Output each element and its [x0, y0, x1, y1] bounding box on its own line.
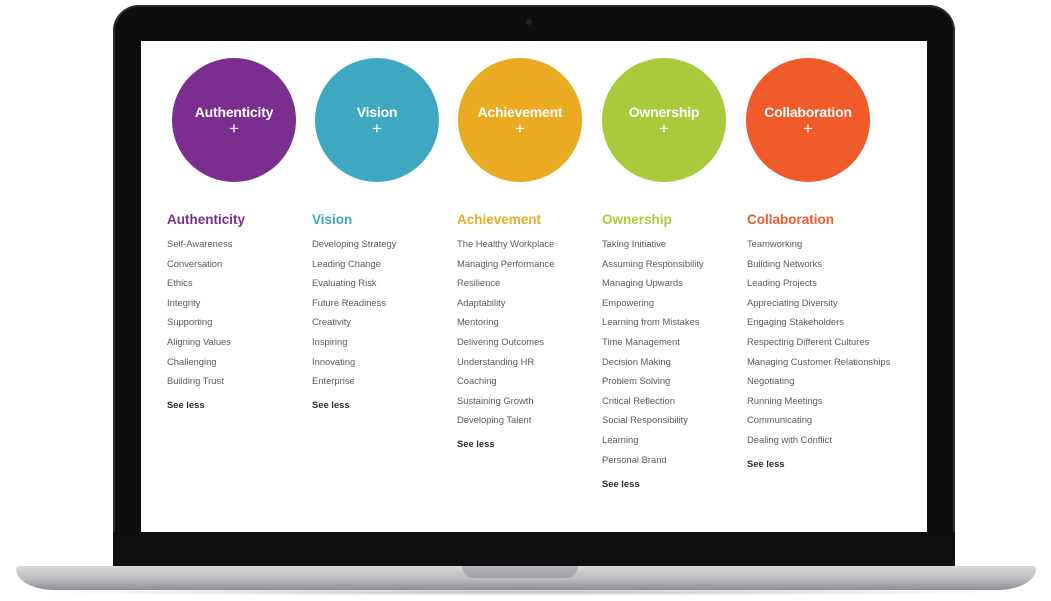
plus-icon: +	[803, 118, 813, 138]
skill-item[interactable]: Managing Customer Relationships	[747, 356, 897, 367]
plus-icon: +	[515, 118, 525, 138]
skill-item[interactable]: Building Networks	[747, 258, 897, 269]
skill-item[interactable]: Respecting Different Cultures	[747, 336, 897, 347]
circle-authenticity[interactable]: Authenticity +	[172, 58, 296, 182]
skill-item[interactable]: Future Readiness	[312, 297, 452, 308]
skill-item[interactable]: Personal Brand	[602, 454, 742, 465]
skill-item[interactable]: Empowering	[602, 297, 742, 308]
skill-item[interactable]: Self-Awareness	[167, 238, 307, 249]
skill-item[interactable]: Managing Performance	[457, 258, 597, 269]
column-achievement: Achievement The Healthy Workplace Managin…	[457, 212, 597, 449]
skill-item[interactable]: Appreciating Diversity	[747, 297, 897, 308]
column-ownership: Ownership Taking Initiative Assuming Resp…	[602, 212, 742, 489]
skill-item[interactable]: Engaging Stakeholders	[747, 316, 897, 327]
skill-item[interactable]: Understanding HR	[457, 356, 597, 367]
skill-item[interactable]: Running Meetings	[747, 395, 897, 406]
plus-icon: +	[229, 118, 239, 138]
camera-icon	[526, 19, 532, 25]
skill-item[interactable]: Developing Strategy	[312, 238, 452, 249]
skill-item[interactable]: Problem Solving	[602, 375, 742, 386]
skill-item[interactable]: Building Trust	[167, 375, 307, 386]
skill-item[interactable]: Coaching	[457, 375, 597, 386]
circle-title: Achievement	[477, 103, 563, 120]
skill-item[interactable]: Challenging	[167, 356, 307, 367]
column-heading: Ownership	[602, 212, 672, 227]
skill-item[interactable]: Creativity	[312, 316, 452, 327]
circle-title: Ownership	[628, 103, 700, 120]
circle-collaboration[interactable]: Collaboration +	[746, 58, 870, 182]
skill-list: Self-Awareness Conversation Ethics Integrit…	[167, 238, 307, 386]
skill-item[interactable]: Communicating	[747, 414, 897, 425]
circle-ownership[interactable]: Ownership +	[602, 58, 726, 182]
skill-item[interactable]: Conversation	[167, 258, 307, 269]
skill-item[interactable]: Sustaining Growth	[457, 395, 597, 406]
skill-item[interactable]: Taking Initiative	[602, 238, 742, 249]
skill-item[interactable]: Adaptability	[457, 297, 597, 308]
plus-icon: +	[659, 118, 669, 138]
column-collaboration: Collaboration Teamworking Building Networ…	[747, 212, 897, 469]
skill-item[interactable]: Assuming Responsibility	[602, 258, 742, 269]
skill-item[interactable]: Managing Upwards	[602, 277, 742, 288]
skill-item[interactable]: Learning from Mistakes	[602, 316, 742, 327]
skill-list: The Healthy Workplace Managing Performanc…	[457, 238, 597, 425]
skill-item[interactable]: Supporting	[167, 316, 307, 327]
skill-item[interactable]: Ethics	[167, 277, 307, 288]
skill-item[interactable]: Leading Change	[312, 258, 452, 269]
plus-icon: +	[372, 118, 382, 138]
screen: Authenticity + Vision + Achievement + Ow…	[141, 41, 927, 532]
see-less-link[interactable]: See less	[167, 399, 307, 410]
column-heading: Collaboration	[747, 212, 834, 227]
column-heading: Authenticity	[167, 212, 246, 227]
skill-item[interactable]: Dealing with Conflict	[747, 434, 897, 445]
skill-item[interactable]: Learning	[602, 434, 742, 445]
skill-item[interactable]: Time Management	[602, 336, 742, 347]
circle-title: Vision	[356, 103, 398, 120]
skill-item[interactable]: Enterprise	[312, 375, 452, 386]
laptop-bezel	[113, 532, 955, 566]
column-heading: Vision	[312, 212, 353, 227]
skill-item[interactable]: Innovating	[312, 356, 452, 367]
skill-item[interactable]: Inspiring	[312, 336, 452, 347]
skill-item[interactable]: Social Responsibility	[602, 414, 742, 425]
skill-item[interactable]: Delivering Outcomes	[457, 336, 597, 347]
skill-list: Developing Strategy Leading Change Evaluat…	[312, 238, 452, 386]
skill-item[interactable]: Negotiating	[747, 375, 897, 386]
skill-item[interactable]: Leading Projects	[747, 277, 897, 288]
skill-item[interactable]: Decision Making	[602, 356, 742, 367]
column-vision: Vision Developing Strategy Leading Change…	[312, 212, 452, 410]
skill-list: Taking Initiative Assuming Responsibility…	[602, 238, 742, 465]
see-less-link[interactable]: See less	[312, 399, 452, 410]
skill-item[interactable]: Developing Talent	[457, 414, 597, 425]
circle-title: Collaboration	[764, 103, 852, 120]
skill-item[interactable]: Aligning Values	[167, 336, 307, 347]
circle-title: Authenticity	[194, 103, 274, 120]
column-heading: Achievement	[457, 212, 542, 227]
skill-item[interactable]: Teamworking	[747, 238, 897, 249]
skill-item[interactable]: Critical Reflection	[602, 395, 742, 406]
skill-item[interactable]: Resilience	[457, 277, 597, 288]
see-less-link[interactable]: See less	[747, 458, 897, 469]
see-less-link[interactable]: See less	[457, 438, 597, 449]
skill-item[interactable]: Evaluating Risk	[312, 277, 452, 288]
skill-item[interactable]: Integrity	[167, 297, 307, 308]
see-less-link[interactable]: See less	[602, 478, 742, 489]
circle-vision[interactable]: Vision +	[315, 58, 439, 182]
laptop-notch	[462, 566, 578, 578]
skill-item[interactable]: Mentoring	[457, 316, 597, 327]
column-authenticity: Authenticity Self-Awareness Conversation E…	[167, 212, 307, 410]
circle-achievement[interactable]: Achievement +	[458, 58, 582, 182]
skill-list: Teamworking Building Networks Leading Proj…	[747, 238, 897, 445]
skill-item[interactable]: The Healthy Workplace	[457, 238, 597, 249]
